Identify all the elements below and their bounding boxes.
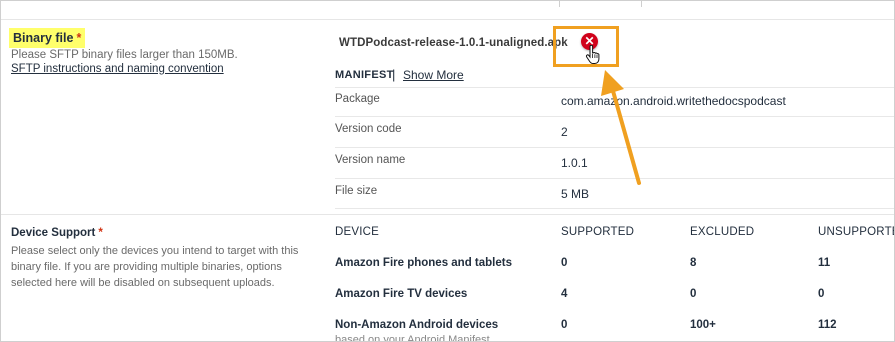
app-submission-panel: Binary file * Please SFTP binary files la… <box>0 0 895 342</box>
callout-arrow-icon <box>601 70 641 185</box>
